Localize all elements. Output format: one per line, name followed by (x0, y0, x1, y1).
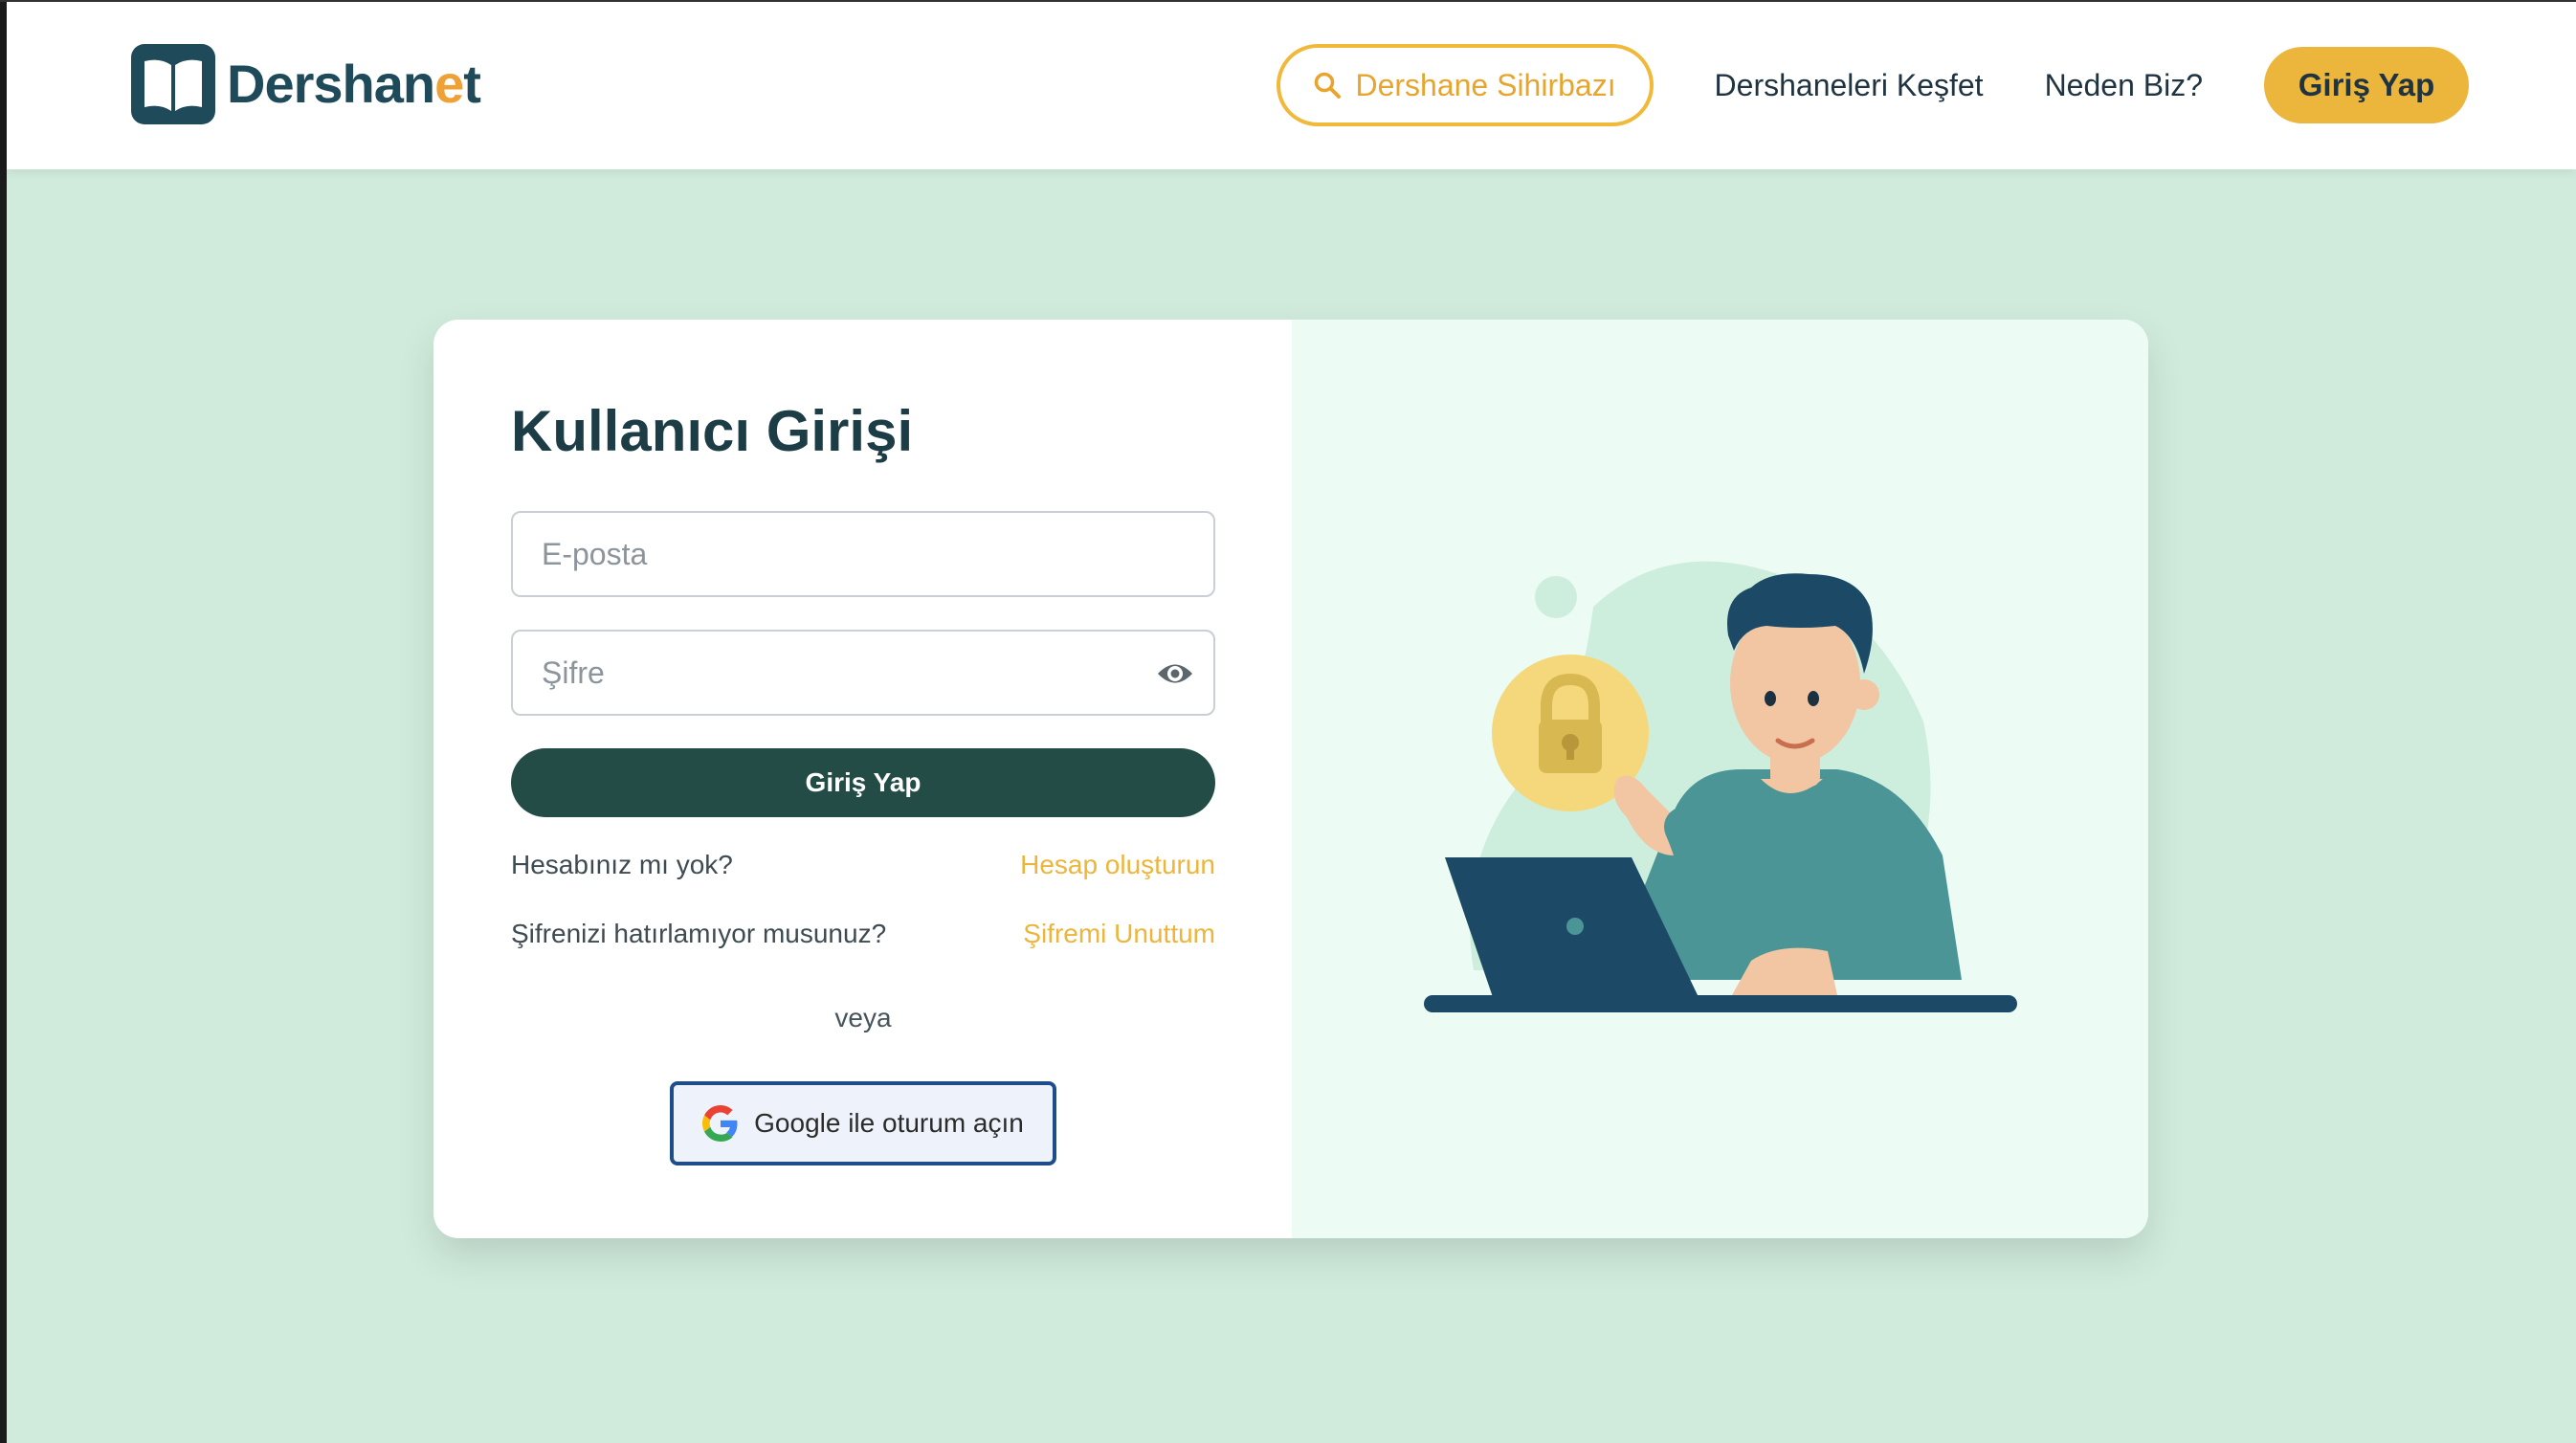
search-icon (1315, 72, 1342, 99)
page-title: Kullanıcı Girişi (511, 399, 914, 463)
signup-row: Hesabınız mı yok? Hesap oluşturun (511, 850, 1215, 880)
google-signin-button[interactable]: Google ile oturum açın (670, 1081, 1056, 1166)
forgot-text: Şifrenizi hatırlamıyor musunuz? (511, 919, 887, 948)
wizard-label: Dershane Sihirbazı (1355, 67, 1616, 102)
create-account-link[interactable]: Hesap oluşturun (1020, 850, 1215, 880)
site-header: Dershanet Dershane Sihirbazı Dershaneler… (7, 2, 2576, 169)
man-with-laptop-and-lock-icon (1424, 561, 2017, 1012)
nav-why-link[interactable]: Neden Biz? (2045, 68, 2203, 103)
forgot-password-link[interactable]: Şifremi Unuttum (1023, 919, 1215, 949)
password-field[interactable] (511, 630, 1215, 716)
nav-discover-link[interactable]: Dershaneleri Keşfet (1715, 68, 1984, 103)
google-icon (702, 1105, 738, 1142)
wizard-button[interactable]: Dershane Sihirbazı (1276, 44, 1654, 126)
header-login-button[interactable]: Giriş Yap (2264, 47, 2469, 123)
logo[interactable]: Dershanet (131, 44, 481, 124)
logo-text: Dershanet (227, 54, 481, 114)
email-field[interactable] (511, 511, 1215, 597)
login-card: Kullanıcı Girişi Giriş Yap Hesabınız mı … (433, 320, 2148, 1238)
main-nav: Dershane Sihirbazı Dershaneleri Keşfet N… (1276, 44, 2469, 126)
google-label: Google ile oturum açın (754, 1108, 1024, 1138)
eye-icon[interactable] (1156, 657, 1194, 690)
login-submit-button[interactable]: Giriş Yap (511, 748, 1215, 817)
illustration-panel (1292, 320, 2148, 1238)
forgot-row: Şifrenizi hatırlamıyor musunuz? Şifremi … (511, 919, 1215, 949)
page: Dershanet Dershane Sihirbazı Dershaneler… (0, 0, 2576, 1443)
no-account-text: Hesabınız mı yok? (511, 850, 733, 879)
book-icon (131, 44, 215, 124)
or-divider-text: veya (834, 1003, 892, 1032)
window-edge (0, 0, 7, 1443)
email-input[interactable] (513, 513, 1213, 595)
password-input[interactable] (513, 632, 1213, 714)
